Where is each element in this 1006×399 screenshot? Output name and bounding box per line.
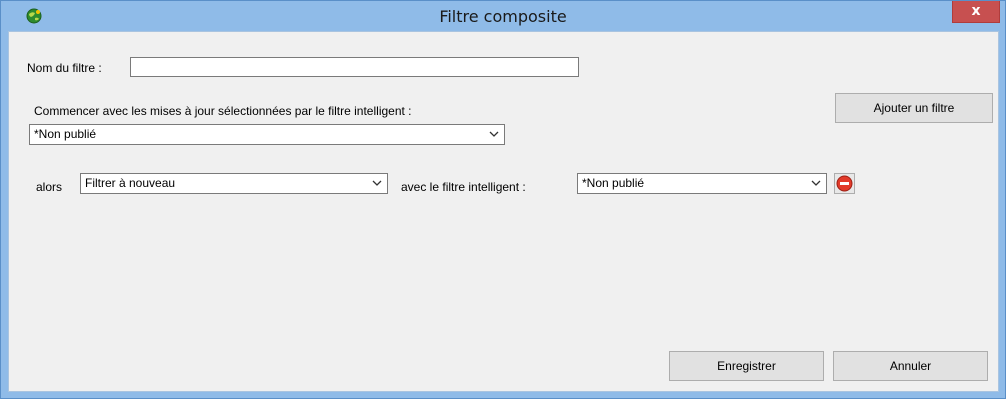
action-value: Filtrer à nouveau: [85, 176, 176, 190]
dialog-body: Nom du filtre : Commencer avec les mises…: [8, 31, 999, 392]
chevron-down-icon: [811, 180, 821, 186]
remove-circle-icon: [836, 175, 853, 192]
dialog-window: Filtre composite x Nom du filtre : Comme…: [0, 0, 1006, 399]
title-bar[interactable]: Filtre composite x: [1, 1, 1005, 31]
filter-name-label: Nom du filtre :: [27, 61, 102, 75]
remove-filter-button[interactable]: [834, 173, 855, 194]
then-label: alors: [36, 180, 63, 194]
smart-filter-select[interactable]: *Non publié: [577, 173, 827, 194]
smart-filter-value: *Non publié: [582, 176, 645, 190]
window-title: Filtre composite: [439, 7, 567, 26]
filter-name-input[interactable]: [130, 57, 579, 77]
close-button[interactable]: x: [952, 1, 1000, 23]
with-filter-label: avec le filtre intelligent :: [401, 180, 526, 194]
start-filter-select[interactable]: *Non publié: [29, 124, 505, 145]
chevron-down-icon: [372, 180, 382, 186]
start-filter-label: Commencer avec les mises à jour sélectio…: [34, 104, 412, 118]
save-button[interactable]: Enregistrer: [669, 351, 824, 381]
add-filter-button[interactable]: Ajouter un filtre: [835, 93, 993, 123]
chevron-down-icon: [489, 131, 499, 137]
cancel-button[interactable]: Annuler: [833, 351, 988, 381]
start-filter-value: *Non publié: [34, 127, 97, 141]
action-select[interactable]: Filtrer à nouveau: [80, 173, 388, 194]
